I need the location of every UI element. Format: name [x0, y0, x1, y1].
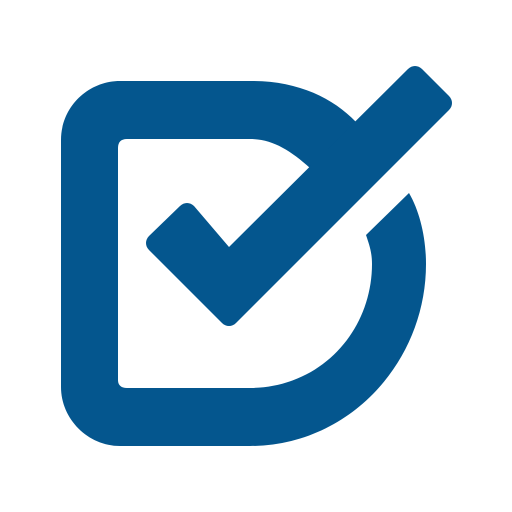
- logo-canvas: [0, 0, 512, 512]
- checkbox-check-icon: [61, 66, 452, 446]
